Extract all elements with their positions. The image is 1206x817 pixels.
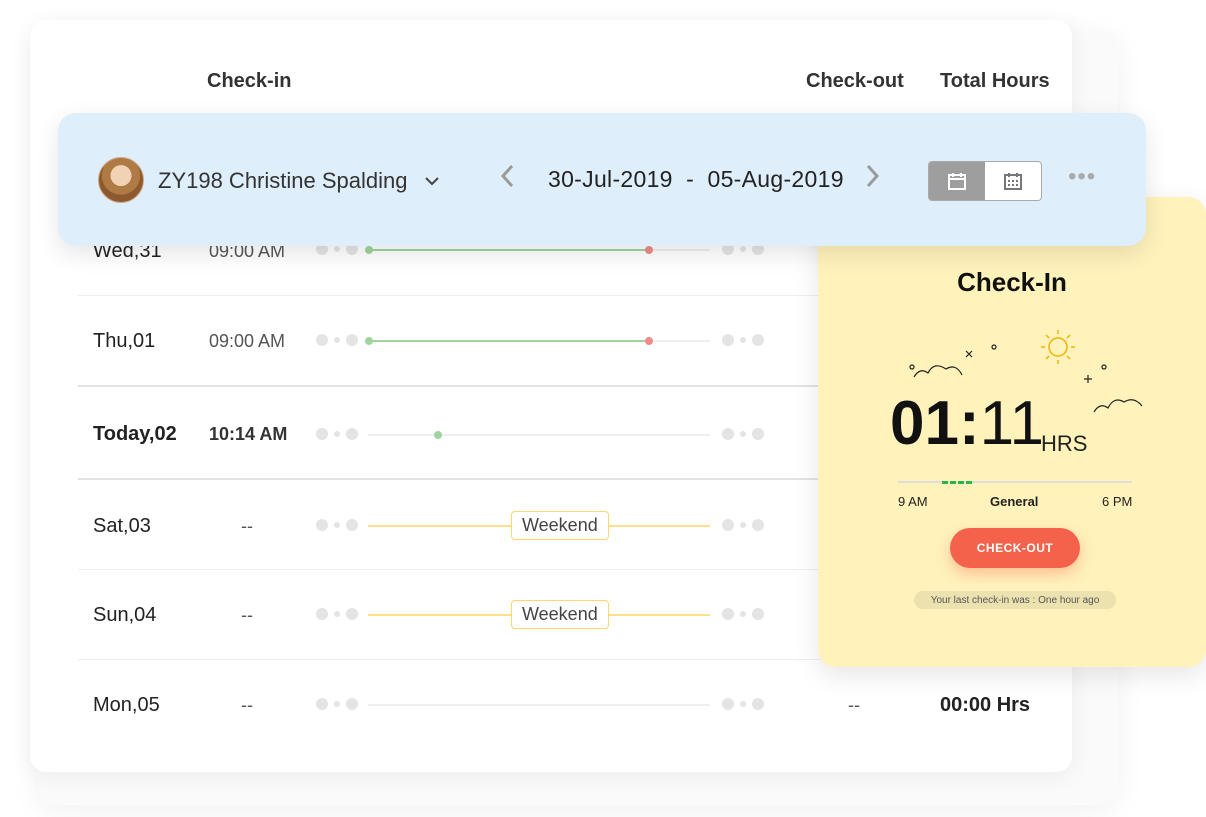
row-day: Sat,03 <box>93 515 151 537</box>
shift-timeline <box>898 481 1132 483</box>
shift-start-time: 9 AM <box>898 494 928 509</box>
row-checkin: -- <box>241 605 253 625</box>
shift-name: General <box>990 494 1039 509</box>
attendance-row-mon: Mon,05 -- -- 00:00 Hrs <box>78 659 1058 750</box>
timeline-checkout-marker <box>645 246 653 254</box>
attendance-row-sun: Sun,04 -- Weekend <box>78 569 818 660</box>
timeline-checkin-marker <box>434 431 442 439</box>
previous-week-button[interactable] <box>498 161 516 198</box>
employee-avatar <box>98 157 144 203</box>
timeline-track <box>365 246 710 254</box>
row-checkin: 09:00 AM <box>209 331 286 351</box>
next-week-button[interactable] <box>864 161 882 198</box>
attendance-row-sat: Sat,03 -- Weekend <box>78 478 818 570</box>
row-checkin: 10:14 AM <box>209 424 288 444</box>
attendance-row-today: Today,02 10:14 AM <box>78 385 818 477</box>
row-checkin: -- <box>241 695 253 715</box>
timeline-dots-left <box>316 334 358 346</box>
weekend-badge: Weekend <box>511 511 609 540</box>
timeline-dots-right <box>722 608 764 620</box>
panel-title: Check-In <box>957 267 1067 297</box>
date-range-label: 30-Jul-2019 - 05-Aug-2019 <box>548 166 844 192</box>
check-in-panel: Check-In 01:11 HRS 9 AM General 6 PM CHE… <box>818 197 1206 667</box>
row-checkin: -- <box>241 516 253 536</box>
chevron-down-icon[interactable] <box>424 171 440 192</box>
row-checkout: -- <box>848 695 860 715</box>
timeline-dots-right <box>722 334 764 346</box>
list-view-button[interactable] <box>929 162 985 200</box>
elapsed-hours: 01: <box>890 389 980 458</box>
timeline-dots-right <box>722 698 764 710</box>
attendance-row-thu: Thu,01 09:00 AM <box>78 295 818 386</box>
column-header-checkout: Check-out <box>806 70 904 92</box>
row-day: Today,02 <box>93 423 177 445</box>
calendar-grid-icon <box>1004 173 1022 190</box>
column-header-total-hours: Total Hours <box>940 70 1050 92</box>
timeline-checkout-marker <box>645 337 653 345</box>
elapsed-unit: HRS <box>1041 431 1088 456</box>
timeline-present-segment <box>368 340 650 342</box>
calendar-day-icon <box>948 173 966 190</box>
timeline-dots-left <box>316 698 358 710</box>
row-day: Mon,05 <box>93 694 160 716</box>
check-out-button[interactable]: CHECK-OUT <box>950 528 1080 568</box>
row-total-hours: 00:00 Hrs <box>940 694 1031 716</box>
shift-end-time: 6 PM <box>1102 494 1133 509</box>
row-day: Thu,01 <box>93 330 156 352</box>
elapsed-minutes: 11 <box>979 389 1044 458</box>
timeline-track <box>368 431 710 439</box>
employee-name[interactable]: ZY198 Christine Spalding <box>158 168 407 194</box>
timeline-dots-left <box>316 519 358 531</box>
timeline-checkin-marker <box>365 246 373 254</box>
more-options-icon[interactable]: ••• <box>1068 163 1096 191</box>
last-checkin-note: Your last check-in was : One hour ago <box>914 591 1116 609</box>
elapsed-time: 01:11 <box>890 393 1044 455</box>
view-toggle <box>928 161 1042 201</box>
timeline-track <box>368 704 710 706</box>
row-day: Sun,04 <box>93 604 157 626</box>
date-range-toolbar: ZY198 Christine Spalding 30-Jul-2019 - 0… <box>58 113 1146 246</box>
timeline-track <box>365 337 710 345</box>
timeline-checkin-marker <box>365 337 373 345</box>
timeline-dots-left <box>316 428 358 440</box>
column-header-checkin: Check-in <box>207 70 292 92</box>
timeline-dots-right <box>722 428 764 440</box>
weekend-badge: Weekend <box>511 600 609 629</box>
timeline-dots-left <box>316 608 358 620</box>
calendar-view-button[interactable] <box>985 162 1041 200</box>
timeline-present-segment <box>368 249 650 251</box>
timeline-dots-right <box>722 519 764 531</box>
shift-progress-indicator <box>942 481 972 487</box>
